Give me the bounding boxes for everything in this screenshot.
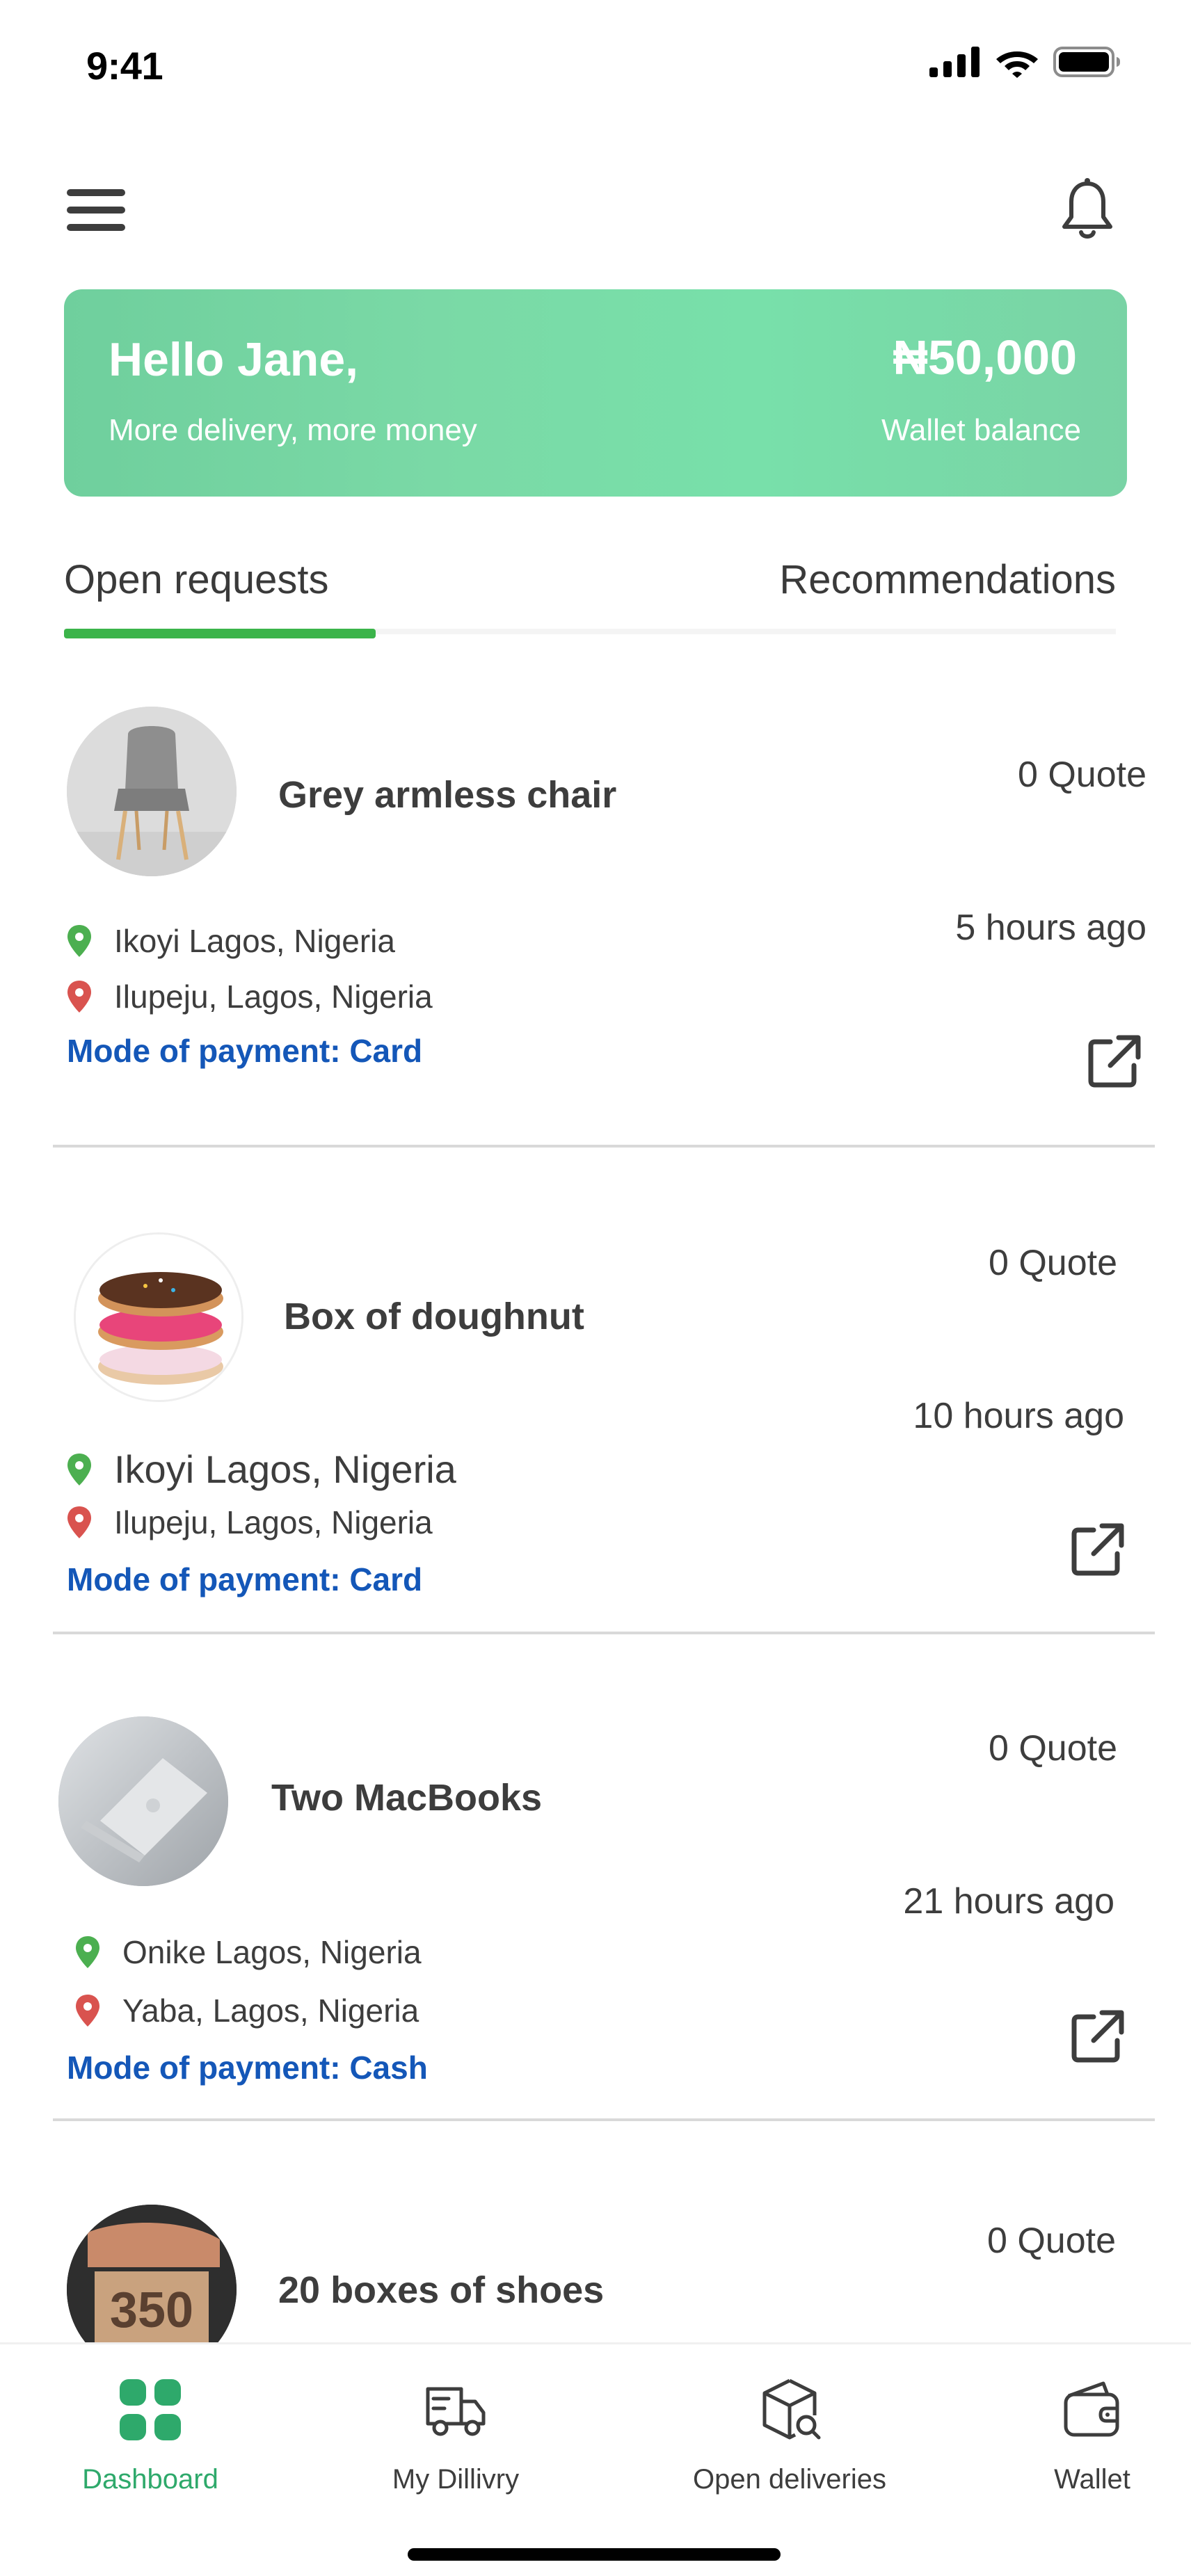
request-card[interactable]: Grey armless chair 0 Quote 5 hours ago I… [53, 695, 1155, 1148]
wifi-icon [996, 51, 1038, 78]
svg-text:350: 350 [110, 2283, 193, 2338]
request-tabs: Open requests Recommendations [64, 556, 1116, 640]
quote-count: 0 Quote [1017, 755, 1146, 795]
pickup-location: Ikoyi Lagos, Nigeria [65, 922, 395, 960]
hamburger-menu-button[interactable] [65, 186, 128, 235]
doughnuts-image [74, 1232, 243, 1402]
payment-mode: Mode of payment: Card [67, 1033, 423, 1069]
dropoff-location: Ilupeju, Lagos, Nigeria [65, 1504, 433, 1541]
greeting-subtitle: More delivery, more money [109, 413, 477, 447]
box-search-icon [762, 2378, 821, 2440]
request-title: Two MacBooks [271, 1777, 543, 1819]
macbook-image [58, 1716, 228, 1886]
status-bar: 9:41 [0, 0, 1191, 132]
nav-my-dillivry[interactable]: My Dillivry [376, 2375, 536, 2495]
tab-open-requests[interactable]: Open requests [64, 556, 328, 603]
tab-active-indicator [64, 629, 376, 638]
nav-dashboard-label: Dashboard [82, 2464, 218, 2495]
wallet-balance-label: Wallet balance [881, 413, 1081, 447]
quote-count: 0 Quote [988, 1728, 1117, 1769]
pickup-location: Ikoyi Lagos, Nigeria [65, 1447, 456, 1492]
pickup-location: Onike Lagos, Nigeria [74, 1933, 422, 1971]
open-external-icon[interactable] [1085, 1032, 1144, 1090]
tab-recommendations[interactable]: Recommendations [779, 556, 1116, 603]
dropoff-location: Ilupeju, Lagos, Nigeria [65, 978, 433, 1015]
dropoff-address: Ilupeju, Lagos, Nigeria [114, 1504, 433, 1540]
dropoff-location: Yaba, Lagos, Nigeria [74, 1992, 419, 2029]
payment-mode: Mode of payment: Cash [67, 2050, 428, 2086]
bottom-navigation: Dashboard My Dillivry Open deliveries Wa… [0, 2342, 1191, 2576]
home-indicator [408, 2548, 781, 2561]
posted-time: 21 hours ago [903, 1881, 1114, 1922]
pickup-pin-icon [76, 1936, 99, 1968]
posted-time: 10 hours ago [913, 1396, 1124, 1436]
quote-count: 0 Quote [986, 2221, 1116, 2261]
request-title: Grey armless chair [278, 774, 617, 816]
dropoff-address: Ilupeju, Lagos, Nigeria [114, 979, 433, 1015]
wallet-icon [1064, 2381, 1119, 2437]
quote-count: 0 Quote [988, 1243, 1117, 1283]
wallet-banner: Hello Jane, More delivery, more money ₦5… [64, 289, 1127, 497]
pickup-pin-icon [67, 925, 91, 957]
dropoff-pin-icon [67, 981, 91, 1013]
pickup-pin-icon [67, 1453, 91, 1486]
hamburger-menu-icon [67, 189, 125, 231]
wallet-balance-amount: ₦50,000 [893, 330, 1077, 385]
bell-icon [1062, 178, 1112, 239]
request-card[interactable]: 350 20 boxes of shoes 0 Quote [53, 2121, 1155, 2374]
request-title: 20 boxes of shoes [278, 2269, 605, 2311]
posted-time: 5 hours ago [955, 908, 1146, 948]
request-card[interactable]: Box of doughnut 0 Quote 10 hours ago Iko… [53, 1148, 1155, 1634]
open-external-icon[interactable] [1069, 2007, 1127, 2066]
pickup-address: Ikoyi Lagos, Nigeria [114, 1447, 456, 1491]
dropoff-pin-icon [76, 1995, 99, 2027]
dashboard-grid-icon [120, 2379, 181, 2440]
status-time: 9:41 [86, 44, 163, 88]
battery-icon [1053, 47, 1120, 77]
request-card[interactable]: Two MacBooks 0 Quote 21 hours ago Onike … [53, 1634, 1155, 2121]
nav-wallet[interactable]: Wallet [1023, 2375, 1162, 2495]
delivery-truck-icon [426, 2387, 486, 2436]
greeting-text: Hello Jane, [109, 333, 359, 386]
grey-chair-image [67, 707, 237, 876]
pickup-address: Onike Lagos, Nigeria [122, 1934, 422, 1970]
nav-wallet-label: Wallet [1054, 2464, 1130, 2495]
dropoff-address: Yaba, Lagos, Nigeria [122, 1993, 419, 2029]
payment-mode: Mode of payment: Card [67, 1561, 423, 1597]
nav-open-deliveries-label: Open deliveries [693, 2464, 886, 2495]
nav-dashboard[interactable]: Dashboard [81, 2375, 220, 2495]
notifications-button[interactable] [1056, 175, 1119, 245]
nav-my-dillivry-label: My Dillivry [392, 2464, 520, 2495]
open-external-icon[interactable] [1069, 1520, 1127, 1579]
nav-open-deliveries[interactable]: Open deliveries [689, 2375, 890, 2495]
pickup-address: Ikoyi Lagos, Nigeria [114, 923, 395, 959]
request-title: Box of doughnut [284, 1296, 584, 1337]
dropoff-pin-icon [67, 1506, 91, 1538]
status-icons [929, 46, 1121, 78]
cellular-signal-icon [929, 47, 980, 77]
